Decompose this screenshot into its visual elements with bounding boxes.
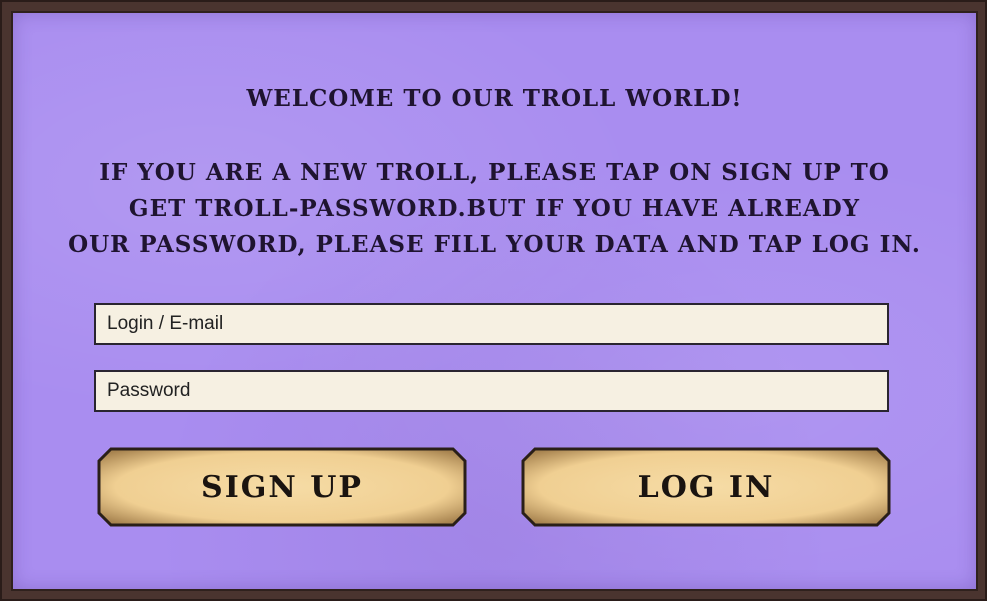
instructions-line-3: OUR PASSWORD, PLEASE FILL YOUR DATA AND …: [68, 231, 921, 258]
instructions-text: IF YOU ARE A NEW TROLL, PLEASE TAP ON SI…: [13, 155, 976, 263]
window-frame: WELCOME TO OUR TROLL WORLD! IF YOU ARE A…: [0, 0, 987, 601]
instructions-line-1: IF YOU ARE A NEW TROLL, PLEASE TAP ON SI…: [99, 159, 890, 186]
password-input[interactable]: [94, 370, 889, 412]
welcome-title: WELCOME TO OUR TROLL WORLD!: [246, 85, 743, 112]
sign-up-label: SIGN UP: [201, 469, 363, 505]
login-email-input[interactable]: [94, 303, 889, 345]
log-in-button[interactable]: LOG IN: [521, 447, 891, 527]
instructions-line-2: GET TROLL-PASSWORD.BUT IF YOU HAVE ALREA…: [128, 195, 861, 222]
sign-up-button[interactable]: SIGN UP: [97, 447, 467, 527]
log-in-label: LOG IN: [637, 469, 775, 505]
login-panel: WELCOME TO OUR TROLL WORLD! IF YOU ARE A…: [11, 11, 978, 591]
